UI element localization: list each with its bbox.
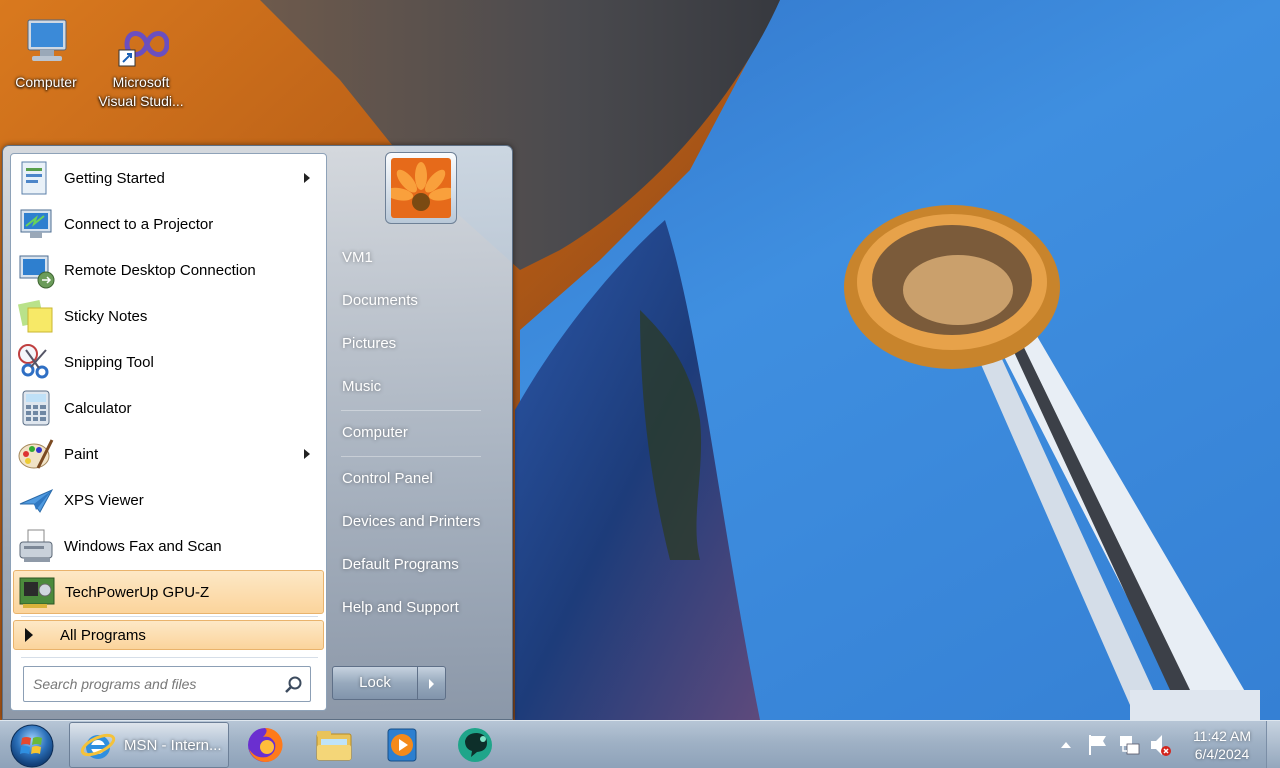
program-label: Sticky Notes bbox=[64, 307, 148, 325]
program-paint[interactable]: Paint bbox=[13, 432, 324, 476]
control-panel-link[interactable]: Control Panel bbox=[341, 464, 501, 494]
internet-explorer-icon bbox=[80, 733, 116, 759]
shutdown-options-arrow-icon[interactable] bbox=[418, 666, 446, 700]
start-orb-icon[interactable] bbox=[9, 723, 55, 768]
divider bbox=[21, 657, 318, 658]
help-support-link[interactable]: Help and Support bbox=[341, 593, 501, 623]
taskbar-window-title: MSN - Intern... bbox=[124, 737, 222, 754]
show-desktop-button[interactable] bbox=[1266, 721, 1280, 768]
search-input[interactable] bbox=[33, 676, 283, 692]
program-connect-projector[interactable]: Connect to a Projector bbox=[13, 202, 324, 246]
program-label: TechPowerUp GPU-Z bbox=[65, 583, 210, 601]
fax-scan-icon bbox=[19, 529, 53, 562]
paint-icon bbox=[18, 439, 54, 469]
taskbar-button-ie[interactable]: MSN - Intern... bbox=[69, 722, 229, 768]
program-remote-desktop[interactable]: Remote Desktop Connection bbox=[13, 248, 324, 292]
file-explorer-icon[interactable] bbox=[314, 725, 354, 765]
all-programs-label: All Programs bbox=[60, 626, 146, 644]
start-menu: Getting Started Connect to a Projector R… bbox=[2, 145, 513, 720]
chat-app-icon[interactable] bbox=[455, 725, 495, 765]
desktop-icon-computer[interactable]: Computer bbox=[1, 16, 91, 92]
divider bbox=[341, 410, 481, 411]
network-icon[interactable] bbox=[1117, 721, 1143, 768]
projector-icon bbox=[20, 209, 52, 238]
computer-link[interactable]: Computer bbox=[341, 418, 501, 448]
user-name-link[interactable]: VM1 bbox=[341, 243, 501, 273]
taskbar: MSN - Intern... 11:42 AM 6/4/2024 bbox=[0, 720, 1280, 768]
default-programs-link[interactable]: Default Programs bbox=[341, 550, 501, 580]
volume-muted-icon[interactable] bbox=[1148, 721, 1174, 768]
clock-date: 6/4/2024 bbox=[1194, 746, 1250, 762]
program-label: Paint bbox=[64, 445, 99, 463]
program-windows-fax-scan[interactable]: Windows Fax and Scan bbox=[13, 524, 324, 568]
program-label: Getting Started bbox=[64, 169, 165, 187]
program-label: Remote Desktop Connection bbox=[64, 261, 256, 279]
gpu-z-icon bbox=[19, 577, 55, 608]
pictures-link[interactable]: Pictures bbox=[341, 329, 501, 359]
action-center-flag-icon[interactable] bbox=[1086, 721, 1110, 768]
program-calculator[interactable]: Calculator bbox=[13, 386, 324, 430]
program-label: XPS Viewer bbox=[64, 491, 144, 509]
show-hidden-icons-icon[interactable] bbox=[1058, 721, 1074, 768]
firefox-icon[interactable] bbox=[245, 725, 285, 765]
program-gpu-z[interactable]: TechPowerUp GPU-Z bbox=[13, 570, 324, 614]
snipping-tool-icon bbox=[18, 344, 49, 379]
search-box[interactable] bbox=[23, 666, 311, 702]
user-picture[interactable] bbox=[385, 152, 457, 224]
clock-time: 11:42 AM bbox=[1192, 728, 1252, 744]
program-label: Snipping Tool bbox=[64, 353, 154, 371]
flower-avatar-icon bbox=[385, 158, 457, 218]
program-sticky-notes[interactable]: Sticky Notes bbox=[13, 294, 324, 338]
program-snipping-tool[interactable]: Snipping Tool bbox=[13, 340, 324, 384]
visual-studio-icon bbox=[118, 31, 170, 67]
program-xps-viewer[interactable]: XPS Viewer bbox=[13, 478, 324, 522]
submenu-arrow-icon[interactable] bbox=[304, 449, 310, 459]
calculator-icon bbox=[22, 390, 50, 426]
program-label: Connect to a Projector bbox=[64, 215, 214, 233]
xps-viewer-icon bbox=[19, 488, 54, 513]
programs-pane: Getting Started Connect to a Projector R… bbox=[10, 153, 327, 711]
lock-button[interactable]: Lock bbox=[332, 666, 418, 700]
divider bbox=[341, 456, 481, 457]
sticky-notes-icon bbox=[17, 299, 53, 333]
devices-printers-link[interactable]: Devices and Printers bbox=[341, 507, 501, 537]
desktop-icon-label: Computer bbox=[15, 74, 77, 90]
music-link[interactable]: Music bbox=[341, 372, 501, 402]
program-label: Windows Fax and Scan bbox=[64, 537, 222, 555]
program-label: Calculator bbox=[64, 399, 132, 417]
all-programs-button[interactable]: All Programs bbox=[13, 620, 324, 650]
documents-link[interactable]: Documents bbox=[341, 286, 501, 316]
program-getting-started[interactable]: Getting Started bbox=[13, 156, 324, 200]
desktop-icon-visual-studio[interactable]: Microsoft Visual Studi... bbox=[96, 16, 186, 111]
getting-started-icon bbox=[21, 161, 47, 195]
media-player-icon[interactable] bbox=[382, 725, 422, 765]
submenu-arrow-icon[interactable] bbox=[304, 173, 310, 183]
divider bbox=[21, 616, 318, 617]
remote-desktop-icon bbox=[19, 255, 55, 289]
computer-icon bbox=[27, 19, 67, 61]
clock[interactable]: 11:42 AM 6/4/2024 bbox=[1186, 727, 1258, 763]
desktop-icon-label: Microsoft Visual Studi... bbox=[98, 74, 184, 109]
triangle-right-icon bbox=[25, 628, 33, 642]
search-icon[interactable] bbox=[284, 675, 304, 695]
